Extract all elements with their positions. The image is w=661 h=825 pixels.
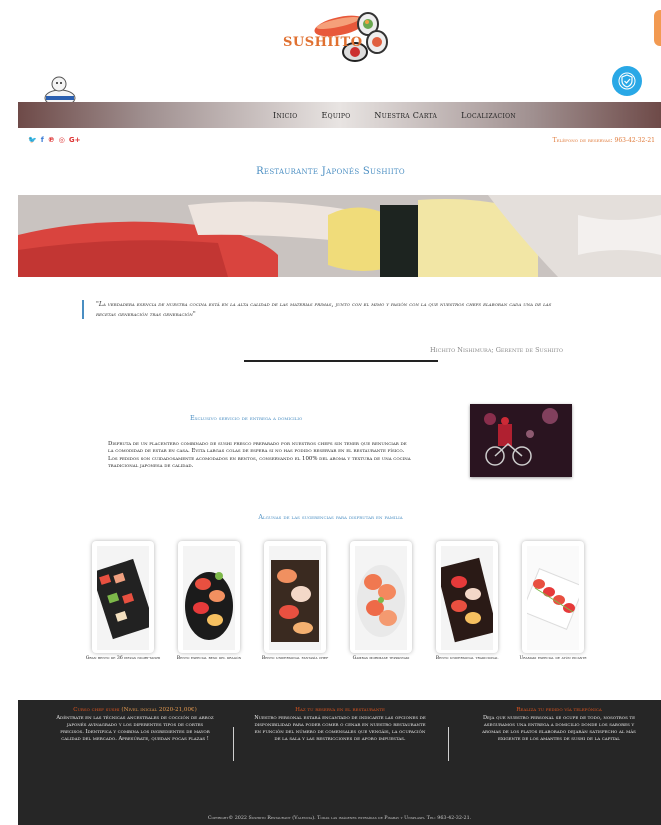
- footer-separator: [448, 727, 449, 761]
- delivery-image: [470, 404, 572, 477]
- main-navbar: Inicio Equipo Nuestra Carta Localizacion: [18, 102, 661, 128]
- footer-course-title[interactable]: Curso chef sushi (Nivel inicial 2020-21,…: [56, 707, 214, 713]
- product-card[interactable]: [436, 541, 498, 653]
- side-tab[interactable]: [654, 10, 661, 46]
- suggestions-title: Algunas de las sugerencias para disfruta…: [258, 513, 403, 521]
- footer-course-highlight: (Nivel inicial 2020-21,00€): [121, 707, 197, 713]
- pinterest-icon[interactable]: ℗: [48, 136, 55, 144]
- social-links: 🐦 f ℗ ◎ G+: [28, 136, 81, 144]
- quote-author: Hichito Nishimura; Gerente de Sushiito: [430, 346, 563, 354]
- nav-item-equipo[interactable]: Equipo: [321, 111, 350, 120]
- footer-phone-order-title[interactable]: Realiza tu pedido vía telefónica: [480, 707, 638, 713]
- product-image: [183, 546, 235, 650]
- section-divider: [244, 360, 438, 362]
- footer-reservation-text: Nuestro personal estará encantado de ind…: [254, 715, 426, 743]
- footer-separator: [233, 727, 234, 761]
- product-label[interactable]: Bento unipersonal fantasía chef: [257, 656, 333, 662]
- product-image: [97, 546, 149, 650]
- product-card[interactable]: [522, 541, 584, 653]
- google-plus-icon[interactable]: G+: [69, 136, 81, 144]
- twitter-icon[interactable]: 🐦: [28, 136, 37, 144]
- copyright: Copyright© 2022 Sushiito Restaurant (Val…: [207, 816, 472, 821]
- footer-course: Curso chef sushi (Nivel inicial 2020-21,…: [56, 707, 214, 744]
- product-label[interactable]: Gambas morimase teppanyaki: [343, 656, 419, 662]
- footer-course-title-text: Curso chef sushi: [73, 707, 120, 713]
- product-label[interactable]: Bento especial beso del dragón: [171, 656, 247, 662]
- product-image: [527, 546, 579, 650]
- product-label[interactable]: Bento unipersonal tradicional: [429, 656, 505, 662]
- product-card[interactable]: [350, 541, 412, 653]
- manager-quote: "La verdadera esencia de nuestra cocina …: [82, 300, 557, 320]
- site-header: SUSHIITO: [0, 0, 661, 107]
- product-image: [355, 546, 407, 650]
- footer-phone-order: Realiza tu pedido vía telefónica Deja qu…: [480, 707, 638, 744]
- instagram-icon[interactable]: ◎: [59, 136, 65, 144]
- delivery-text: Disfruta de un placentero combinado de s…: [108, 441, 411, 469]
- shield-icon[interactable]: [612, 66, 642, 96]
- delivery-title: Exclusivo servicio de entrega a domicili…: [190, 414, 303, 422]
- footer-reservation-title[interactable]: Haz tu reserva en el restaurante: [254, 707, 426, 713]
- nav-item-carta[interactable]: Nuestra Carta: [374, 111, 437, 120]
- quote-text: "La verdadera esencia de nuestra cocina …: [96, 301, 552, 318]
- product-label[interactable]: Gran bento de 36 piezas nigiri-sushi: [85, 656, 161, 662]
- product-card[interactable]: [178, 541, 240, 653]
- nav-item-inicio[interactable]: Inicio: [273, 111, 297, 120]
- logo-text: SUSHIITO: [283, 35, 363, 50]
- nav-item-localizacion[interactable]: Localizacion: [461, 111, 516, 120]
- footer-phone-order-text: Deja que nuestro personal se ocupe de to…: [482, 715, 636, 743]
- product-image: [441, 546, 493, 650]
- product-card[interactable]: [264, 541, 326, 653]
- page-title: Restaurante Japonés Sushiito: [256, 166, 405, 177]
- product-image: [269, 546, 321, 650]
- footer-course-text: Adéntrate en las técnicas ancestrales de…: [56, 715, 214, 743]
- phone-number[interactable]: Teléfono de reservas: 963-42-32-21: [553, 137, 655, 144]
- product-label[interactable]: Uramaki especial de atún picante: [515, 656, 591, 662]
- site-logo[interactable]: SUSHIITO: [280, 8, 398, 66]
- facebook-icon[interactable]: f: [41, 136, 44, 144]
- footer-reservation: Haz tu reserva en el restaurante Nuestro…: [254, 707, 426, 744]
- product-card[interactable]: [92, 541, 154, 653]
- site-footer: Curso chef sushi (Nivel inicial 2020-21,…: [18, 700, 661, 825]
- hero-banner-image: [18, 195, 661, 277]
